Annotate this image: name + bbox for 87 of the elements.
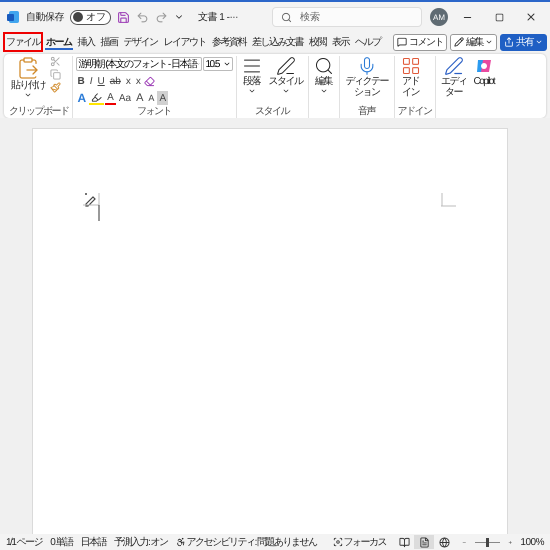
save-icon[interactable] — [117, 10, 130, 24]
share-button[interactable]: 共有 — [500, 34, 547, 50]
page-icon — [418, 536, 430, 548]
maximize-icon[interactable] — [494, 12, 504, 22]
format-painter-icon[interactable] — [50, 82, 61, 93]
caret-icon — [320, 87, 328, 95]
accessibility-status[interactable]: アクセシビリティ: 問題ありません — [176, 535, 317, 549]
caret-icon — [24, 91, 32, 99]
highlighter-icon — [91, 92, 102, 102]
ribbon-tab[interactable]: デザイン — [120, 32, 160, 52]
undo-icon[interactable] — [136, 10, 149, 24]
strikethrough-button[interactable]: ab — [108, 74, 123, 88]
margin-mark-icon — [441, 193, 457, 207]
zoom-thumb[interactable] — [486, 538, 490, 546]
ribbon-tab[interactable]: レイアウト — [160, 32, 209, 52]
bold-button[interactable]: B — [76, 74, 87, 88]
add-ins-button[interactable]: アドイン — [398, 56, 424, 98]
clear-format-icon[interactable] — [144, 76, 155, 86]
status-text: 日本語 — [80, 536, 106, 549]
change-case-button[interactable]: Aa — [116, 91, 134, 105]
caret-icon — [222, 60, 230, 68]
text-effects-button[interactable]: A — [76, 91, 88, 105]
pen-icon — [444, 56, 464, 76]
group-label: スタイル — [254, 106, 290, 118]
dictate-button[interactable]: ディクテーション — [342, 56, 390, 98]
italic-button[interactable]: I — [88, 74, 95, 88]
group-label: 音声 — [357, 106, 376, 118]
autosave-label: 自動保存 — [26, 11, 64, 24]
close-icon[interactable] — [525, 11, 537, 23]
copilot-button[interactable]: Copilot — [472, 56, 496, 87]
focus-icon — [332, 537, 343, 547]
ribbon-tab[interactable]: 校閲 — [306, 32, 329, 52]
group-label: アドイン — [398, 106, 432, 118]
shrink-font-button[interactable]: A — [146, 91, 156, 105]
editing-button[interactable]: 編集 — [312, 56, 336, 95]
underline-button[interactable]: U — [96, 74, 107, 88]
print-view-button[interactable] — [414, 535, 434, 549]
ribbon-tab[interactable]: 差し込み文書 — [249, 32, 306, 52]
status-text: 予測入力: オン — [114, 536, 168, 549]
document-title: 文書 1 -··· — [198, 10, 238, 24]
subscript-button[interactable]: x — [124, 74, 133, 88]
focus-button[interactable]: フォーカス — [332, 535, 386, 549]
styles-button[interactable]: スタイル — [266, 56, 304, 95]
share-icon — [504, 37, 514, 47]
ribbon-tab[interactable]: ホーム — [43, 32, 74, 52]
pencil-icon — [454, 37, 464, 47]
font-name-field[interactable]: 游明朝 (本文のフォント - 日本語 — [76, 57, 202, 71]
font-color-button[interactable]: A — [105, 91, 116, 105]
paste-button[interactable]: 貼り付け — [9, 56, 47, 99]
grid-icon — [400, 56, 420, 76]
grow-font-button[interactable]: A — [134, 91, 146, 105]
caret-icon — [535, 38, 543, 46]
ribbon-tab[interactable]: 表示 — [329, 32, 352, 52]
user-avatar[interactable]: AM — [430, 8, 448, 26]
group-label: フォント — [136, 106, 172, 118]
font-size-field[interactable]: 10.5 — [202, 57, 232, 71]
book-icon — [398, 536, 410, 548]
ribbon-tab[interactable]: 参考資料 — [209, 32, 249, 52]
ribbon-tab[interactable]: 挿入 — [74, 32, 98, 52]
group-label: クリップボード — [9, 106, 68, 118]
status-text: 1/1 ページ — [6, 536, 42, 549]
caret-icon — [248, 87, 256, 95]
character-shading-button[interactable]: A — [157, 91, 168, 105]
zoom-level: 100% — [520, 536, 544, 548]
globe-icon — [438, 536, 450, 548]
comment-button[interactable]: コメント — [393, 34, 447, 50]
comment-icon — [397, 37, 407, 47]
status-text: 0 単語 — [50, 536, 73, 549]
pen-icon — [276, 56, 296, 76]
margin-mark-icon — [83, 193, 101, 223]
accessibility-icon — [176, 537, 186, 547]
caret-icon — [282, 87, 290, 95]
ribbon-tab[interactable]: 描画 — [98, 32, 120, 52]
ribbon-tab[interactable]: ファイル — [3, 32, 43, 52]
ribbon-tab[interactable]: ヘルプ — [352, 32, 384, 52]
edit-button[interactable]: 編集 — [450, 34, 497, 50]
editor-button[interactable]: エディター — [438, 56, 468, 98]
search-icon — [314, 56, 334, 76]
autosave-toggle[interactable]: オフ — [70, 10, 111, 24]
search-field[interactable]: 検索 — [272, 7, 422, 27]
superscript-button[interactable]: x — [134, 74, 143, 88]
search-icon — [280, 12, 292, 22]
paragraph-button[interactable]: 段落 — [240, 56, 264, 95]
app-logo-icon — [6, 10, 20, 24]
highlighter-button[interactable] — [89, 91, 104, 105]
caret-icon — [485, 38, 493, 46]
redo-icon[interactable] — [155, 10, 168, 24]
